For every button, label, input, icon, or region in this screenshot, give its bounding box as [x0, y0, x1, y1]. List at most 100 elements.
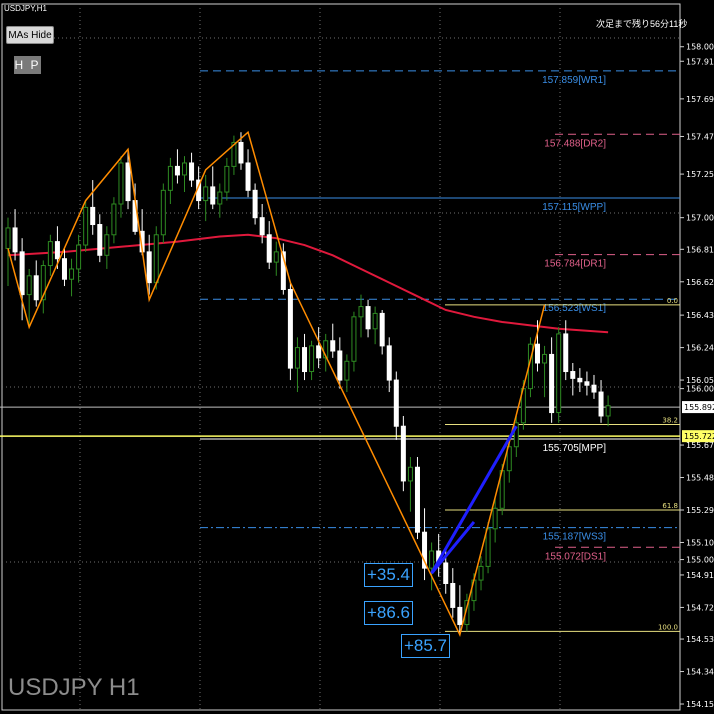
y-tick-label: 154.720 — [686, 603, 714, 612]
candle-body — [118, 162, 124, 205]
fib-label: 61.8 — [662, 502, 678, 510]
candle-body — [47, 241, 53, 267]
candle-body — [443, 562, 449, 585]
candle-body — [386, 345, 392, 381]
y-tick-label: 156.625 — [686, 278, 714, 287]
y-tick-label: 156.000 — [686, 385, 714, 394]
y-tick-label: 157.000 — [686, 214, 714, 223]
y-tick-label: 154.535 — [686, 635, 714, 644]
candle-body — [287, 288, 293, 369]
candle-body — [450, 583, 456, 608]
candle-body — [598, 391, 604, 417]
candle-body — [365, 306, 371, 330]
candle-body — [457, 606, 463, 626]
candle-body — [302, 347, 308, 373]
y-tick-label: 156.815 — [686, 245, 714, 254]
symbol-title: USDJPY,H1 — [4, 4, 47, 13]
candle-body — [407, 466, 413, 482]
y-tick-label: 157.695 — [686, 95, 714, 104]
candle-body — [182, 162, 187, 176]
candle-body — [210, 186, 216, 205]
candle-body — [5, 227, 11, 249]
pivot-label: 156.784[DR1] — [544, 259, 606, 270]
candle-body — [245, 162, 251, 191]
candle-body — [372, 312, 378, 330]
candle-body — [104, 234, 110, 256]
candle-body — [591, 384, 597, 393]
candle-body — [26, 275, 32, 296]
pivot-label: 157.859[WR1] — [542, 75, 606, 86]
candle-body — [266, 234, 272, 263]
candle-body — [69, 268, 75, 280]
fib-label: 100.0 — [658, 623, 678, 631]
candle-body — [146, 251, 152, 284]
y-tick-label: 158.000 — [686, 43, 714, 52]
y-tick-label: 155.100 — [686, 538, 714, 547]
y-tick-label: 157.915 — [686, 57, 714, 66]
candle-body — [167, 165, 173, 191]
candle-body — [570, 371, 576, 379]
y-tick-label: 155.290 — [686, 506, 714, 515]
candle-body — [224, 165, 230, 193]
candle-body — [153, 234, 159, 284]
candle-body — [478, 565, 484, 581]
candle-body — [294, 347, 300, 369]
hp-toggle-button[interactable]: H P — [14, 56, 41, 74]
trend-line — [430, 521, 476, 575]
candle-body — [485, 528, 491, 567]
candle-body — [549, 353, 555, 414]
candle-body — [252, 189, 258, 219]
zigzag-line — [7, 130, 546, 637]
candle-body — [217, 191, 223, 205]
candle-body — [351, 316, 357, 362]
pivot-label: 157.115[WPP] — [542, 202, 606, 213]
fib-label: 38.2 — [662, 417, 678, 425]
candle-body — [330, 340, 336, 352]
candle-body — [393, 379, 399, 427]
candle-body — [358, 306, 364, 318]
y-tick-label: 154.910 — [686, 571, 714, 580]
candle-body — [535, 343, 540, 364]
pivot-label: 155.187[WS3] — [543, 532, 607, 543]
candle-body — [33, 275, 39, 301]
y-tick-label: 155.000 — [686, 556, 714, 565]
candle-body — [54, 241, 60, 260]
candle-body — [492, 507, 498, 530]
price-chart[interactable]: 158.000 157.915 157.695 157.475 157.255 157.0… — [0, 0, 714, 714]
candle-body — [542, 353, 548, 364]
candle-body — [203, 186, 209, 202]
y-tick-label: 157.475 — [686, 132, 714, 141]
candle-body — [577, 377, 583, 383]
y-tick-label: 155.480 — [686, 474, 714, 483]
candle-body — [344, 360, 350, 381]
candle-body — [90, 206, 96, 226]
candle-body — [125, 162, 131, 202]
symbol-watermark: USDJPY H1 — [8, 674, 140, 701]
mas-hide-button[interactable]: MAs Hide — [6, 26, 54, 44]
candle-body — [111, 203, 117, 236]
y-tick-label: 155.670 — [686, 441, 714, 450]
pivot-label: 155.705[MPP] — [543, 443, 607, 454]
y-tick-label: 156.430 — [686, 311, 714, 320]
y-tick-label: 154.155 — [686, 700, 714, 709]
price-mark-label: 155.892 — [684, 403, 714, 412]
candle-body — [19, 251, 25, 296]
y-tick-label: 154.345 — [686, 668, 714, 677]
candle-body — [337, 350, 343, 381]
bar-countdown: 次足まで残り56分11秒 — [596, 19, 688, 29]
candle-body — [97, 224, 103, 256]
candle-body — [12, 227, 18, 253]
pivot-label: 157.488[DR2] — [544, 138, 606, 149]
candle-body — [174, 165, 180, 176]
candle-body — [429, 550, 435, 569]
candle-body — [316, 345, 322, 359]
candle-body — [259, 217, 265, 236]
pivot-label: 155.072[DS1] — [545, 551, 606, 562]
fib-label: 0.0 — [667, 297, 678, 305]
price-mark-label: 155.722 — [684, 432, 714, 441]
candle-body — [76, 244, 82, 270]
candle-body — [160, 189, 166, 236]
candle-body — [379, 312, 385, 347]
gain-label: +35.4 — [364, 563, 414, 587]
candle-body — [273, 251, 279, 263]
